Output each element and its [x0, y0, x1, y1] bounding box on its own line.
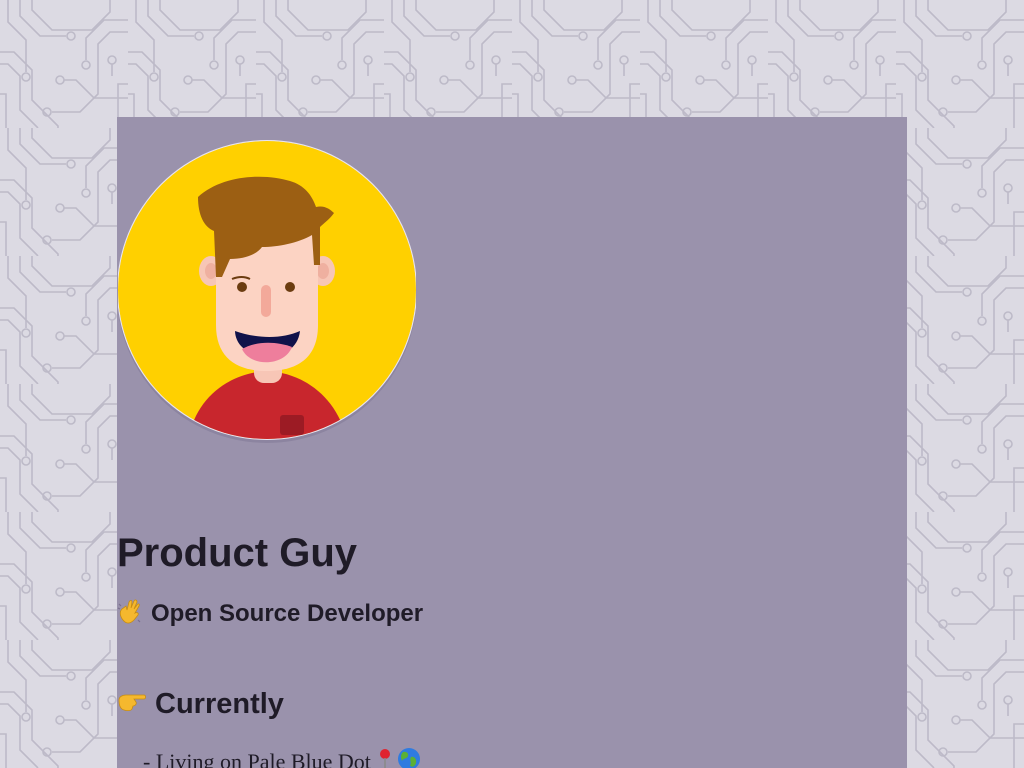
pin-icon — [377, 748, 393, 768]
currently-heading-text: Currently — [155, 687, 284, 720]
wave-icon — [117, 598, 143, 631]
profile-card: Product Guy Open Source Developer Curren… — [117, 117, 907, 768]
pointing-hand-icon — [117, 688, 147, 721]
list-item: - Living on Pale Blue Dot — [143, 747, 421, 768]
tagline-text: Open Source Developer — [151, 600, 424, 627]
profile-tagline: Open Source Developer — [117, 599, 423, 629]
profile-name: Product Guy — [117, 531, 358, 575]
globe-icon — [397, 747, 421, 768]
currently-heading: Currently — [117, 685, 284, 723]
avatar — [118, 140, 416, 443]
list-item-text: - Living on Pale Blue Dot — [143, 749, 371, 768]
